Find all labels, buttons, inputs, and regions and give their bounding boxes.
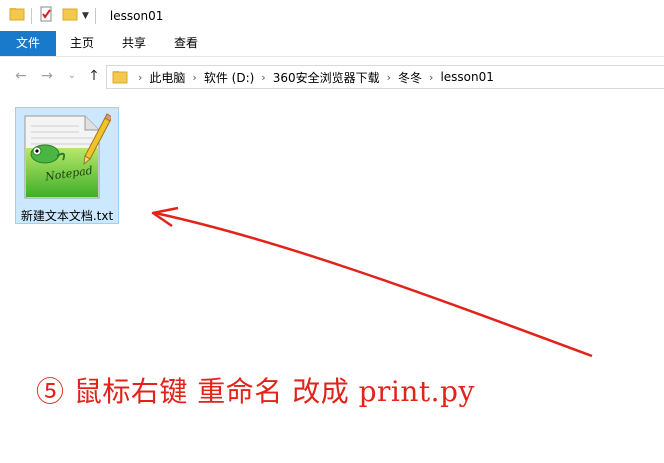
annotation-text: ⑤ 鼠标右键 重命名 改成 print.py: [36, 375, 475, 408]
